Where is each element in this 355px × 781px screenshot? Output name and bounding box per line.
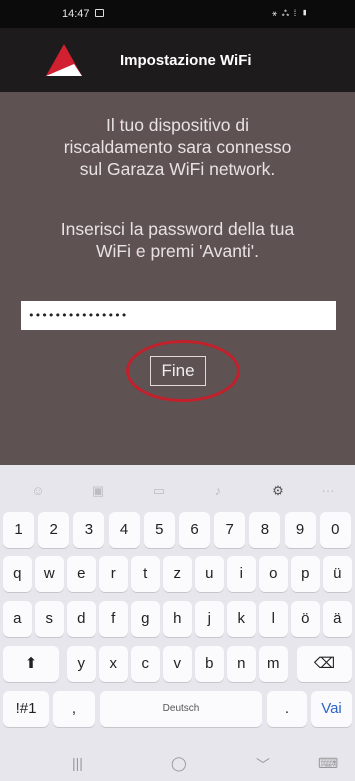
status-time: 14:47 [62, 8, 90, 20]
key-2[interactable]: 2 [38, 512, 70, 548]
password-field[interactable] [21, 301, 336, 330]
key-3[interactable]: 3 [73, 512, 105, 548]
key-z[interactable]: z [163, 556, 192, 592]
sticker-icon[interactable]: ▣ [88, 481, 108, 501]
key-9[interactable]: 9 [284, 512, 316, 548]
key-p[interactable]: p [291, 556, 320, 592]
settings-icon[interactable]: ⚙ [268, 481, 288, 501]
info-line: riscaldamento sara connesso [63, 137, 292, 157]
info-message: Il tuo dispositivo di riscaldamento sara… [20, 114, 335, 180]
key-j[interactable]: j [195, 601, 224, 637]
key-k[interactable]: k [227, 601, 256, 637]
key-7[interactable]: 7 [214, 512, 246, 548]
space-key[interactable]: Deutsch [100, 691, 262, 727]
key-b[interactable]: b [195, 646, 224, 682]
key-ä[interactable]: ä [323, 601, 352, 637]
keyboard: ☺ ▣ ▭ ♪ ⚙ ··· 1234567890 qwertzuiopü asdfg… [0, 465, 355, 781]
key-g[interactable]: g [131, 601, 160, 637]
microphone-icon[interactable]: ♪ [208, 481, 228, 501]
go-key[interactable]: Vai [311, 691, 352, 727]
info-line: sul Garaza WiFi network. [79, 159, 276, 179]
gallery-icon [95, 9, 104, 17]
key-1[interactable]: 1 [3, 512, 34, 548]
key-d[interactable]: d [67, 601, 96, 637]
key-ü[interactable]: ü [323, 556, 352, 592]
key-a[interactable]: a [3, 601, 32, 637]
key-n[interactable]: n [227, 646, 256, 682]
key-0[interactable]: 0 [319, 512, 351, 548]
symbols-key[interactable]: !#1 [3, 691, 49, 727]
gif-icon[interactable]: ▭ [149, 481, 169, 501]
key-s[interactable]: s [35, 601, 64, 637]
key-e[interactable]: e [67, 556, 96, 592]
key-w[interactable]: w [35, 556, 64, 592]
instruction-line: WiFi e premi 'Avanti'. [96, 241, 259, 261]
key-6[interactable]: 6 [179, 512, 210, 548]
key-4[interactable]: 4 [108, 512, 140, 548]
info-line: Il tuo dispositivo di [106, 115, 249, 135]
period-key[interactable]: . [267, 691, 307, 727]
backspace-key[interactable]: ⌫ [297, 646, 352, 682]
key-y[interactable]: y [67, 646, 96, 682]
key-c[interactable]: c [131, 646, 160, 682]
key-r[interactable]: r [99, 556, 128, 592]
more-icon[interactable]: ··· [318, 481, 338, 501]
key-f[interactable]: f [99, 601, 128, 637]
wifi-setup-panel: Il tuo dispositivo di riscaldamento sara… [0, 92, 355, 465]
emoji-icon[interactable]: ☺ [28, 481, 48, 501]
keyboard-switch-icon[interactable]: ⌨ [318, 755, 338, 772]
home-icon[interactable]: ◯ [171, 755, 187, 772]
key-v[interactable]: v [163, 646, 192, 682]
key-t[interactable]: t [131, 556, 160, 592]
key-5[interactable]: 5 [143, 512, 175, 548]
key-ö[interactable]: ö [291, 601, 320, 637]
highlight-circle [126, 340, 240, 402]
page-title: Impostazione WiFi [120, 52, 252, 69]
status-bar: 14:47 ⚹ ⁂ ⁞ ▮ [0, 0, 355, 28]
key-q[interactable]: q [3, 556, 32, 592]
key-h[interactable]: h [163, 601, 192, 637]
status-icons: ⚹ ⁂ ⁞ ▮ [271, 8, 309, 18]
keyboard-toolbar: ☺ ▣ ▭ ♪ ⚙ ··· [0, 473, 355, 507]
key-8[interactable]: 8 [249, 512, 281, 548]
key-m[interactable]: m [259, 646, 288, 682]
back-icon[interactable]: ﹀ [256, 755, 270, 775]
key-o[interactable]: o [259, 556, 288, 592]
navigation-bar: ||| ◯ ﹀ ⌨ [0, 748, 355, 781]
instruction-message: Inserisci la password della tua WiFi e p… [20, 218, 335, 262]
recent-apps-icon[interactable]: ||| [72, 755, 83, 771]
key-x[interactable]: x [99, 646, 128, 682]
key-i[interactable]: i [227, 556, 256, 592]
key-u[interactable]: u [195, 556, 224, 592]
instruction-line: Inserisci la password della tua [60, 219, 295, 239]
key-l[interactable]: l [259, 601, 288, 637]
comma-key[interactable]: , [53, 691, 95, 727]
logo [46, 44, 82, 76]
shift-key[interactable]: ⬆ [3, 646, 59, 682]
app-bar: Impostazione WiFi [0, 28, 355, 92]
